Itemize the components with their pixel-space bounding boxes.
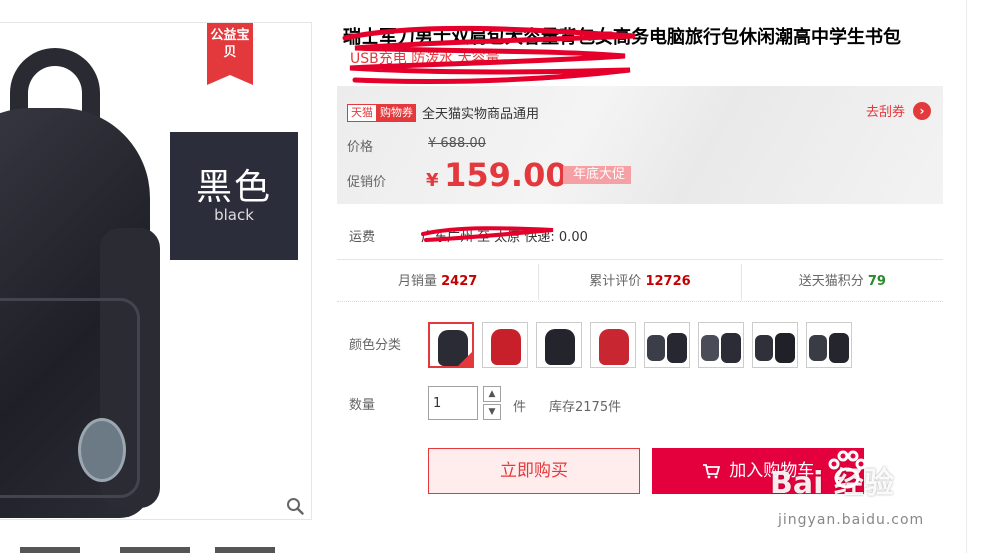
promo-badge: 年底大促 xyxy=(563,166,632,184)
redaction-scribble-shipping xyxy=(421,226,554,242)
sales-stats: 月销量 2427 累计评价 12726 送天猫积分 79 xyxy=(337,264,943,300)
quantity-decrease-button[interactable]: ▼ xyxy=(483,404,501,420)
shipping-row: 运费 广东广州 至 太原 快递: 0.00 xyxy=(349,226,588,245)
charity-tag: 公益宝贝 xyxy=(207,23,253,85)
price-label: 价格 xyxy=(347,140,374,155)
tmall-tag: 天猫 xyxy=(347,103,377,122)
chevron-right-icon: › xyxy=(913,101,931,120)
divider xyxy=(337,301,943,302)
color-card-en: black xyxy=(214,206,254,224)
color-swatch[interactable] xyxy=(806,322,852,368)
stat-label: 累计评价 xyxy=(589,274,642,289)
stat-label: 月销量 xyxy=(397,274,437,289)
stat-value: 2427 xyxy=(441,274,478,289)
color-swatch[interactable] xyxy=(482,322,528,368)
promo-price-label: 促销价 xyxy=(347,175,387,190)
stat-points: 送天猫积分 79 xyxy=(742,264,943,300)
quantity-label: 数量 xyxy=(349,398,376,413)
product-title: 瑞士军刀男士双肩包大容量背包女高务电脑旅行包休闲潮高中学生书包 xyxy=(343,27,901,48)
currency-symbol: ¥ xyxy=(426,170,439,191)
color-swatch[interactable] xyxy=(698,322,744,368)
coupon-row: 天猫 购物券 全天猫实物商品通用 xyxy=(347,103,539,122)
stat-value: 12726 xyxy=(645,274,691,289)
divider xyxy=(337,259,943,260)
original-price: ¥ 688.00 xyxy=(428,136,486,151)
thumbnail-strip[interactable] xyxy=(0,545,300,553)
color-swatch[interactable] xyxy=(590,322,636,368)
quantity-unit: 件 xyxy=(513,400,527,415)
quantity-increase-button[interactable]: ▲ xyxy=(483,386,501,402)
stat-monthly-sales: 月销量 2427 xyxy=(337,264,540,300)
color-card: 黑色 black xyxy=(170,132,298,260)
quantity-input[interactable] xyxy=(428,386,478,420)
stock-count: 库存2175件 xyxy=(549,400,622,415)
color-swatch[interactable] xyxy=(428,322,474,368)
coupon-text: 全天猫实物商品通用 xyxy=(422,107,540,122)
buy-now-button[interactable]: 立即购买 xyxy=(428,448,640,494)
color-swatch[interactable] xyxy=(536,322,582,368)
page-edge xyxy=(966,0,967,553)
stat-reviews[interactable]: 累计评价 12726 xyxy=(539,264,742,300)
zoom-icon[interactable] xyxy=(286,497,304,515)
shipping-label: 运费 xyxy=(349,230,376,245)
coupon-tag: 购物券 xyxy=(377,103,416,122)
get-coupon-link[interactable]: 去刮券 › xyxy=(866,101,931,120)
price-box: 天猫 购物券 全天猫实物商品通用 去刮券 › 价格 ¥ 688.00 促销价 ¥ … xyxy=(337,86,943,204)
stat-label: 送天猫积分 xyxy=(798,274,864,289)
color-swatch[interactable] xyxy=(644,322,690,368)
color-card-cn: 黑色 xyxy=(195,167,272,208)
watermark-url: jingyan.baidu.com xyxy=(778,512,925,528)
baidu-paw-icon xyxy=(828,450,867,489)
product-image-gallery[interactable]: + 公益宝贝 黑色 black xyxy=(0,22,312,520)
color-label: 颜色分类 xyxy=(349,338,402,353)
stat-value: 79 xyxy=(867,274,886,289)
promo-price-value: 159.00 xyxy=(444,156,568,194)
cart-icon xyxy=(702,464,720,479)
get-coupon-label: 去刮券 xyxy=(865,105,905,120)
backpack-image: + xyxy=(0,48,200,518)
promo-price: ¥ 159.00 xyxy=(426,156,568,194)
color-swatches xyxy=(428,322,852,368)
product-subtitle: USB充电 防泼水 大容量 xyxy=(350,51,500,67)
color-swatch[interactable] xyxy=(752,322,798,368)
